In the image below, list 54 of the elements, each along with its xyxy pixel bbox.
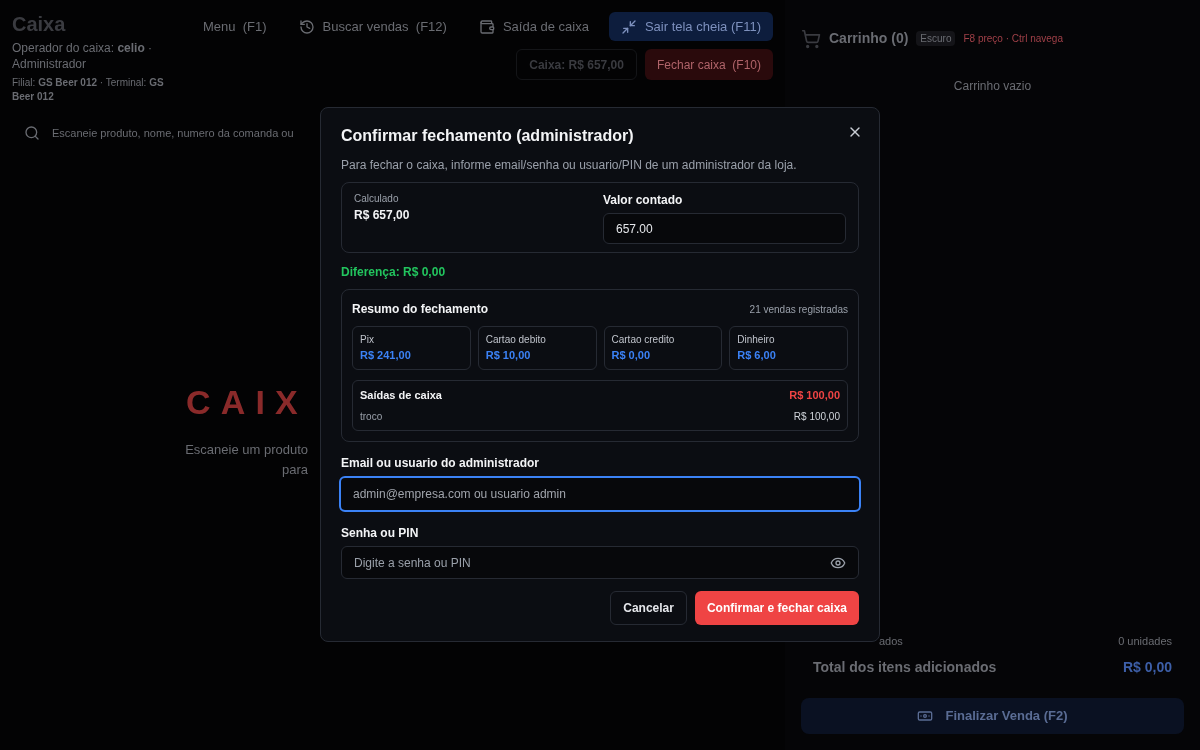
email-label: Email ou usuario do administrador — [341, 455, 541, 472]
payment-method: Cartao debito — [485, 333, 547, 347]
password-field[interactable]: Digite a senha ou PIN — [341, 546, 859, 579]
search-icon — [24, 125, 40, 141]
empty-state-title: CAIX — [185, 382, 308, 423]
counted-label: Valor contado — [603, 192, 684, 209]
email-field[interactable]: admin@empresa.com ou usuario admin — [339, 476, 861, 512]
toolbar-button[interactable]: Buscar vendas (F12) — [286, 12, 459, 41]
payment-value: R$ 6,00 — [737, 348, 777, 363]
minimize-icon — [620, 18, 637, 35]
withdrawal-value: R$ 100,00 — [793, 410, 840, 424]
payment-method: Cartao credito — [611, 333, 676, 347]
history-icon — [298, 18, 315, 35]
toolbar-button[interactable]: Sair tela cheia (F11) — [608, 12, 773, 41]
total-label: Total dos itens adicionados — [813, 658, 997, 677]
withdrawals-total: R$ 100,00 — [789, 387, 840, 403]
payment-value: R$ 0,00 — [611, 348, 652, 363]
close-register-button[interactable]: Fechar caixa (F10) — [644, 49, 773, 80]
summary-title: Resumo do fechamento — [352, 301, 489, 318]
cash-icon — [917, 708, 934, 724]
calculated-label: Calculado — [354, 192, 400, 206]
empty-state-text: para — [281, 460, 308, 479]
sales-count: 21 vendas registradas — [749, 302, 848, 317]
shortcut-hint: F8 preço · Ctrl navega — [963, 32, 1063, 46]
page-title: Caixa — [12, 12, 67, 36]
password-label: Senha ou PIN — [341, 525, 420, 542]
search-field[interactable]: Escaneie produto, nome, numero da comanda ou — [12, 116, 312, 150]
dialog-description: Para fechar o caixa, informe email/senha ou usuario/PIN de um administrador da loja. — [341, 157, 798, 174]
items-label: ados — [879, 633, 903, 649]
payment-method: Pix — [360, 333, 375, 347]
branch-text: Filial: GS Beer 012 · Terminal: GS Beer 012 — [12, 76, 165, 104]
empty-state-text: Escaneie um produto — [185, 441, 308, 459]
toolbar-button[interactable]: Menu (F1) — [191, 12, 279, 41]
cancel-button[interactable]: Cancelar — [610, 591, 687, 625]
payment-value: R$ 10,00 — [485, 348, 532, 363]
payment-value: R$ 241,00 — [360, 348, 412, 363]
empty-cart-text: Carrinho vazio — [952, 78, 1033, 95]
counted-field[interactable]: 657.00 — [603, 213, 846, 244]
theme-badge: Escuro — [916, 31, 956, 46]
cart-icon — [801, 28, 821, 49]
units-count: 0 unidades — [1118, 633, 1172, 649]
payment-method: Dinheiro — [737, 333, 776, 347]
cash-balance: Caixa: R$ 657,00 — [516, 49, 637, 80]
calculated-value: R$ 657,00 — [354, 207, 411, 224]
confirm-button[interactable]: Confirmar e fechar caixa — [694, 591, 859, 625]
withdrawals-title: Saídas de caixa — [360, 387, 442, 403]
withdrawal-name: troco — [360, 410, 383, 424]
cart-title: Carrinho (0) — [829, 29, 909, 48]
dialog-title: Confirmar fechamento (administrador) — [341, 126, 634, 146]
difference-text: Diferença: R$ 0,00 — [341, 264, 447, 281]
operator-text: Operador do caixa: celio · Administrador — [12, 40, 154, 72]
wallet-icon — [478, 18, 495, 35]
toolbar-button[interactable]: Saída de caixa — [466, 12, 601, 41]
total-value: R$ 0,00 — [1122, 658, 1172, 677]
